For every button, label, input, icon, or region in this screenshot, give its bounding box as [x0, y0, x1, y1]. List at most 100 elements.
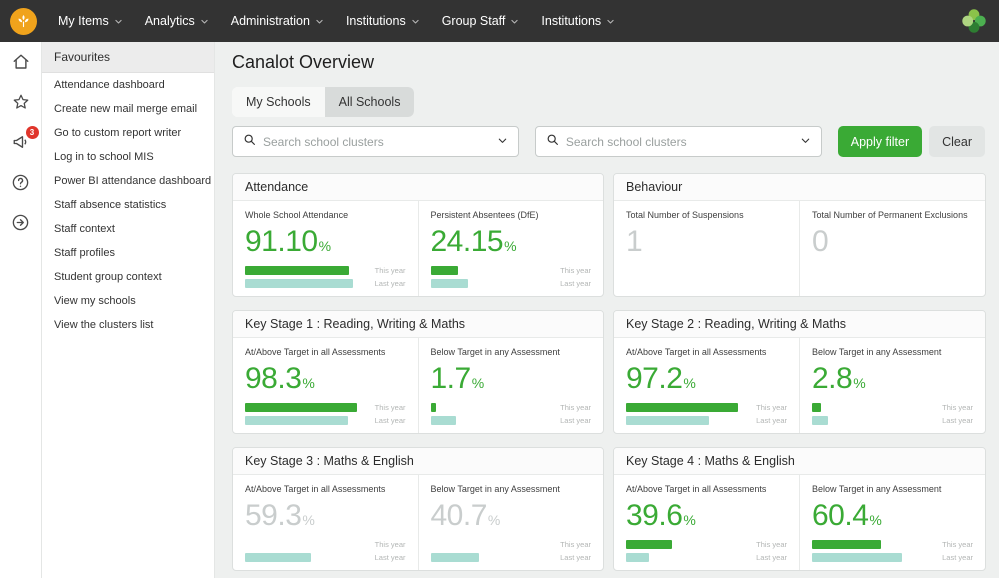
sidebar-item-create-new-mail-merge-email[interactable]: Create new mail merge email: [42, 97, 214, 121]
help-icon[interactable]: [10, 171, 32, 193]
bar-track: [812, 540, 927, 549]
bar-row-last-year: Last year: [431, 415, 592, 425]
bar-year-label: Last year: [366, 553, 406, 562]
card-body: At/Above Target in all Assessments59.3%T…: [233, 475, 603, 570]
bar-track: [245, 416, 360, 425]
main-content: Canalot Overview My SchoolsAll Schools S…: [215, 42, 999, 578]
clear-button[interactable]: Clear: [929, 126, 985, 157]
nav-item-label: Administration: [231, 14, 310, 28]
star-icon[interactable]: [10, 91, 32, 113]
bar-row-this-year: This year: [431, 539, 592, 549]
home-icon[interactable]: [10, 51, 32, 73]
metric-number: 97.2: [626, 362, 682, 395]
bar-track: [245, 279, 360, 288]
metric-number: 59.3: [245, 499, 301, 532]
sidebar-item-power-bi-attendance-dashboard[interactable]: Power BI attendance dashboard: [42, 169, 214, 193]
sidebar-item-log-in-to-school-mis[interactable]: Log in to school MIS: [42, 145, 214, 169]
tab-my-schools[interactable]: My Schools: [232, 87, 325, 117]
sidebar-item-go-to-custom-report-writer[interactable]: Go to custom report writer: [42, 121, 214, 145]
app-logo-icon[interactable]: [10, 8, 37, 35]
trend-bars: This yearLast year: [812, 539, 973, 562]
bar-track: [431, 540, 546, 549]
bar-row-last-year: Last year: [245, 278, 406, 288]
bar-this-year: [245, 403, 357, 412]
announcements-icon[interactable]: 3: [10, 131, 32, 153]
metric-label: At/Above Target in all Assessments: [626, 347, 787, 357]
bar-year-label: This year: [551, 266, 591, 275]
card-body: At/Above Target in all Assessments39.6%T…: [614, 475, 985, 570]
bar-row-last-year: Last year: [431, 278, 592, 288]
bar-last-year: [431, 553, 479, 562]
apps-flower-icon[interactable]: [961, 8, 987, 34]
sidebar-item-view-my-schools[interactable]: View my schools: [42, 289, 214, 313]
metric-at-above-target-in-all-assessments: At/Above Target in all Assessments98.3%T…: [233, 338, 418, 433]
school-clusters-select-2[interactable]: Search school clusters: [535, 126, 822, 157]
card-title: Key Stage 1 : Reading, Writing & Maths: [233, 311, 603, 338]
chevron-down-icon: [114, 17, 123, 26]
bar-year-label: This year: [747, 403, 787, 412]
metric-at-above-target-in-all-assessments: At/Above Target in all Assessments 97.2% T…: [614, 338, 799, 433]
sidebar-item-staff-context[interactable]: Staff context: [42, 217, 214, 241]
metric-number: 98.3: [245, 362, 301, 395]
apply-filter-button[interactable]: Apply filter: [838, 126, 922, 157]
bar-track: [431, 403, 546, 412]
sidebar-item-student-group-context[interactable]: Student group context: [42, 265, 214, 289]
percent-sign: %: [869, 512, 881, 528]
school-clusters-select-1[interactable]: Search school clusters: [232, 126, 519, 157]
metric-label: Below Target in any Assessment: [431, 484, 592, 494]
top-nav-item-institutions[interactable]: Institutions: [335, 0, 431, 42]
card-title: Key Stage 2 : Reading, Writing & Maths: [614, 311, 985, 338]
bar-year-label: Last year: [366, 416, 406, 425]
bar-year-label: This year: [933, 540, 973, 549]
bar-row-last-year: Last year: [245, 552, 406, 562]
bar-year-label: This year: [366, 266, 406, 275]
bar-last-year: [431, 279, 469, 288]
nav-item-label: Group Staff: [442, 14, 506, 28]
nav-item-label: Institutions: [541, 14, 601, 28]
card-key-stage-1-reading-writing-maths: Key Stage 1 : Reading, Writing & MathsAt…: [232, 310, 604, 434]
metric-value: 97.2%: [626, 364, 787, 394]
metric-whole-school-attendance: Whole School Attendance91.10%This yearLa…: [233, 201, 418, 296]
app-shell: 3 Favourites Attendance dashboardCreate …: [0, 42, 999, 578]
bar-this-year: [812, 540, 881, 549]
sidebar-item-staff-profiles[interactable]: Staff profiles: [42, 241, 214, 265]
percent-sign: %: [683, 512, 695, 528]
bar-row-last-year: Last year: [245, 415, 406, 425]
metric-below-target-in-any-assessment: Below Target in any Assessment1.7%This y…: [418, 338, 604, 433]
bar-year-label: Last year: [551, 279, 591, 288]
metric-value: 39.6%: [626, 501, 787, 531]
chevron-down-icon: [497, 133, 508, 151]
card-body: Whole School Attendance91.10%This yearLa…: [233, 201, 603, 296]
icon-rail: 3: [0, 42, 42, 578]
bar-track: [431, 266, 546, 275]
bar-this-year: [245, 266, 349, 275]
sidebar-item-staff-absence-statistics[interactable]: Staff absence statistics: [42, 193, 214, 217]
metric-label: At/Above Target in all Assessments: [245, 484, 406, 494]
metric-value: 0: [812, 227, 973, 257]
sidebar-item-attendance-dashboard[interactable]: Attendance dashboard: [42, 73, 214, 97]
trend-bars: This yearLast year: [431, 539, 592, 562]
top-nav-item-analytics[interactable]: Analytics: [134, 0, 220, 42]
bar-track: [626, 540, 741, 549]
trend-bars: This yearLast year: [626, 539, 787, 562]
sidebar-item-view-the-clusters-list[interactable]: View the clusters list: [42, 313, 214, 337]
card-body: Total Number of Suspensions1Total Number…: [614, 201, 985, 296]
tab-all-schools[interactable]: All Schools: [325, 87, 415, 117]
top-nav-item-institutions-2[interactable]: Institutions: [530, 0, 626, 42]
dashboard-cards: AttendanceWhole School Attendance91.10%T…: [232, 173, 985, 571]
top-nav-item-my-items[interactable]: My Items: [47, 0, 134, 42]
bar-track: [245, 540, 360, 549]
bar-row-this-year: This year: [431, 402, 592, 412]
bar-row-last-year: Last year: [626, 415, 787, 425]
bar-last-year: [245, 416, 348, 425]
bar-year-label: Last year: [551, 416, 591, 425]
chevron-down-icon: [606, 17, 615, 26]
nav-item-label: My Items: [58, 14, 109, 28]
top-nav-item-administration[interactable]: Administration: [220, 0, 335, 42]
chevron-down-icon: [800, 133, 811, 151]
bar-this-year: [626, 403, 738, 412]
trend-bars: This year Last year: [431, 402, 592, 425]
top-nav-menu: My Items Analytics Administration Instituti…: [47, 0, 626, 42]
top-nav-item-group-staff[interactable]: Group Staff: [431, 0, 531, 42]
sign-in-icon[interactable]: [10, 211, 32, 233]
